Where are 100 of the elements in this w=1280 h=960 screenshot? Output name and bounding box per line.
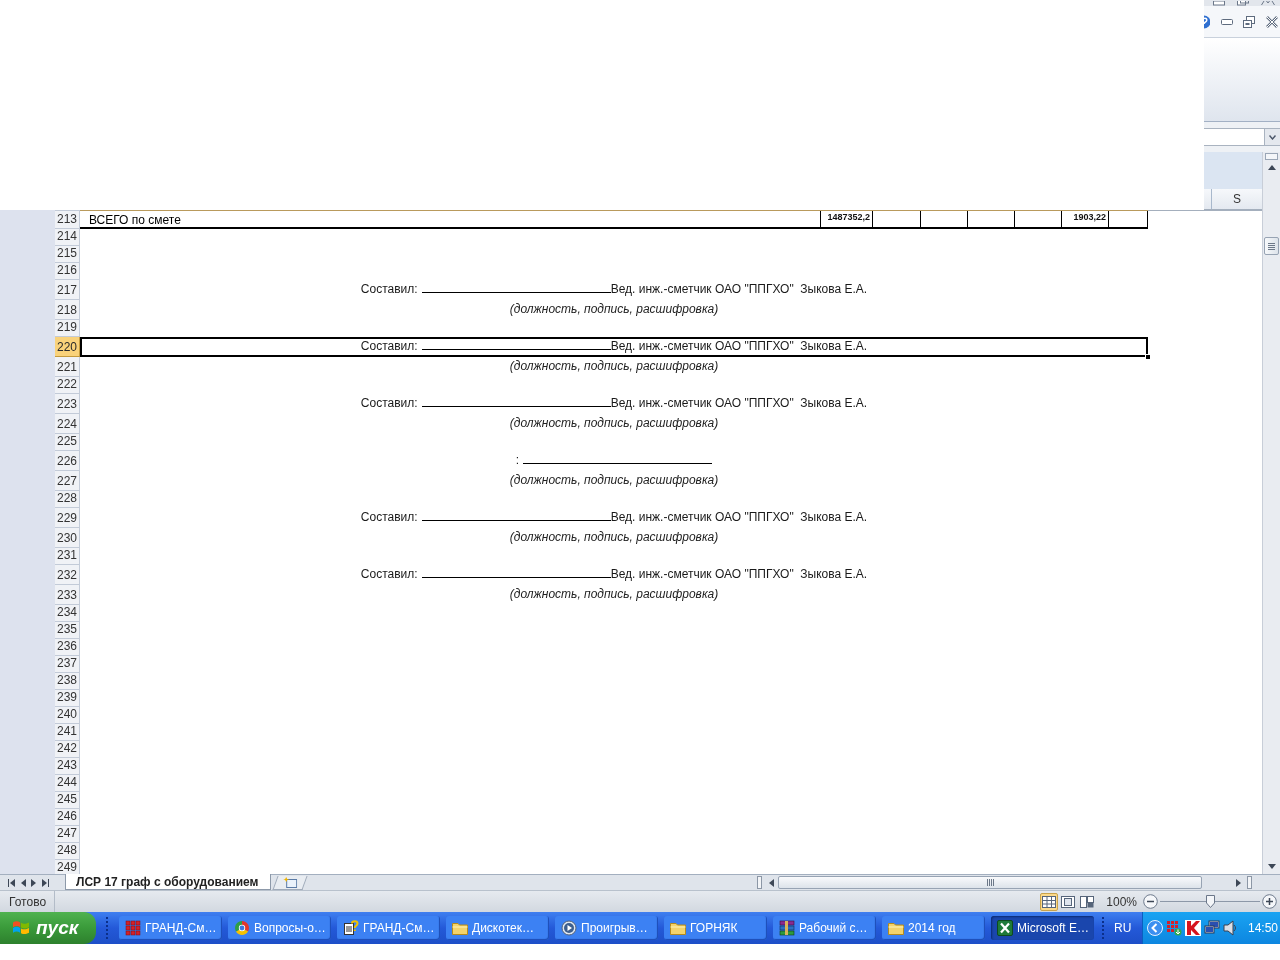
split-handle[interactable] bbox=[1265, 153, 1278, 160]
taskbar-button[interactable]: ГОРНЯК bbox=[664, 916, 767, 940]
row-number[interactable]: 227 bbox=[55, 471, 80, 491]
new-sheet-icon bbox=[283, 876, 298, 888]
row-number[interactable]: 237 bbox=[55, 656, 80, 673]
row-number[interactable]: 232 bbox=[55, 565, 80, 585]
antivirus-icon[interactable] bbox=[1185, 920, 1201, 936]
taskbar-button[interactable]: Вопросы-о… bbox=[228, 916, 331, 940]
last-sheet-icon[interactable] bbox=[42, 878, 49, 887]
row-number[interactable]: 231 bbox=[55, 548, 80, 565]
zoom-level-text[interactable]: 100% bbox=[1106, 894, 1137, 909]
signature-label: Составил: bbox=[360, 282, 418, 296]
taskbar-button[interactable]: ГРАНД-См… bbox=[119, 916, 222, 940]
row-number[interactable]: 223 bbox=[55, 394, 80, 414]
signer-name: Вед. инж.-сметчик ОАО "ППГХО" Зыкова Е.А. bbox=[610, 510, 868, 524]
scroll-left-icon[interactable] bbox=[768, 878, 774, 887]
row-number[interactable]: 240 bbox=[55, 707, 80, 724]
caption-text: (должность, подпись, расшифровка) bbox=[509, 587, 719, 601]
network-icon[interactable] bbox=[1204, 920, 1220, 936]
taskbar-button[interactable]: Проигрыв… bbox=[555, 916, 658, 940]
chevron-down-icon bbox=[1269, 134, 1276, 140]
fill-handle[interactable] bbox=[1145, 354, 1151, 360]
chevron-left-icon[interactable] bbox=[1147, 920, 1163, 936]
close-icon[interactable] bbox=[1261, 1, 1275, 6]
formula-field[interactable] bbox=[1204, 128, 1265, 146]
row-number[interactable]: 228 bbox=[55, 491, 80, 508]
next-sheet-icon[interactable] bbox=[31, 878, 37, 887]
row-number[interactable]: 241 bbox=[55, 724, 80, 741]
taskbar-button[interactable]: Дискотек… bbox=[446, 916, 549, 940]
taskbar-button[interactable]: 2014 год bbox=[882, 916, 985, 940]
row-number[interactable]: 229 bbox=[55, 508, 80, 528]
slider-thumb[interactable] bbox=[1206, 894, 1215, 908]
row-number[interactable]: 235 bbox=[55, 622, 80, 639]
split-handle[interactable] bbox=[757, 876, 762, 889]
browser-icon bbox=[234, 920, 250, 936]
row-number[interactable]: 219 bbox=[55, 320, 80, 337]
view-button[interactable] bbox=[1040, 892, 1059, 911]
row-number[interactable]: 220 bbox=[55, 337, 80, 357]
scroll-right-icon[interactable] bbox=[1235, 878, 1241, 887]
row-number[interactable]: 233 bbox=[55, 585, 80, 605]
row-number[interactable]: 230 bbox=[55, 528, 80, 548]
row-number[interactable]: 215 bbox=[55, 246, 80, 263]
scroll-thumb[interactable] bbox=[1264, 237, 1279, 255]
row-number[interactable]: 236 bbox=[55, 639, 80, 656]
row-number[interactable]: 246 bbox=[55, 809, 80, 826]
grid-download-icon[interactable] bbox=[1166, 920, 1182, 936]
taskbar-button[interactable]: Рабочий с… bbox=[773, 916, 876, 940]
row-number[interactable]: 216 bbox=[55, 263, 80, 280]
row-number[interactable]: 224 bbox=[55, 414, 80, 434]
row-number[interactable]: 222 bbox=[55, 377, 80, 394]
status-text: Готово bbox=[9, 894, 47, 909]
signature-label: Составил: bbox=[360, 567, 418, 581]
split-handle[interactable] bbox=[1247, 876, 1252, 889]
row-number[interactable]: 247 bbox=[55, 826, 80, 843]
row-number[interactable]: 248 bbox=[55, 843, 80, 860]
row-number[interactable]: 244 bbox=[55, 775, 80, 792]
first-sheet-icon[interactable] bbox=[8, 878, 15, 887]
row-number[interactable]: 218 bbox=[55, 300, 80, 320]
row-number[interactable]: 225 bbox=[55, 434, 80, 451]
horizontal-scroll-thumb[interactable] bbox=[778, 876, 1202, 889]
row-number[interactable]: 217 bbox=[55, 280, 80, 300]
row-number[interactable]: 221 bbox=[55, 357, 80, 377]
minimize-icon[interactable] bbox=[1221, 18, 1233, 25]
dropdown-button[interactable] bbox=[1265, 128, 1280, 146]
taskbar-button[interactable]: Microsoft E… bbox=[991, 916, 1094, 940]
language-indicator[interactable]: RU bbox=[1114, 921, 1132, 935]
start-button[interactable]: пуск bbox=[0, 912, 96, 944]
vertical-scrollbar[interactable] bbox=[1262, 152, 1280, 874]
speaker-icon[interactable] bbox=[1223, 920, 1237, 936]
scroll-down-icon[interactable] bbox=[1267, 863, 1276, 869]
row-number[interactable]: 243 bbox=[55, 758, 80, 775]
zoom-in-icon[interactable] bbox=[1262, 894, 1277, 909]
restore-icon[interactable] bbox=[1237, 1, 1249, 6]
row-number[interactable]: 242 bbox=[55, 741, 80, 758]
row-number[interactable]: 214 bbox=[55, 229, 80, 246]
grid-icon bbox=[125, 920, 141, 936]
insert-sheet-button[interactable] bbox=[272, 875, 308, 890]
zoom-slider[interactable] bbox=[1160, 894, 1260, 909]
row-number[interactable]: 249 bbox=[55, 860, 80, 874]
row-number[interactable]: 245 bbox=[55, 792, 80, 809]
row-number[interactable]: 234 bbox=[55, 605, 80, 622]
taskbar-grip-icon[interactable] bbox=[1102, 917, 1105, 939]
scroll-up-icon[interactable] bbox=[1267, 165, 1276, 170]
table-cell: 1903,22 bbox=[1061, 211, 1108, 227]
spreadsheet-icon bbox=[997, 920, 1013, 936]
help-icon[interactable] bbox=[1204, 14, 1210, 29]
restore-icon[interactable] bbox=[1243, 15, 1255, 28]
column-header[interactable]: S bbox=[1212, 189, 1262, 209]
books-icon bbox=[779, 920, 795, 936]
row-number[interactable]: 238 bbox=[55, 673, 80, 690]
close-icon[interactable] bbox=[1266, 15, 1278, 28]
active-cell[interactable]: Составил: Вед. инж.-сметчик ОАО "ППГХО" Зыкова Е.А. bbox=[80, 337, 1148, 357]
previous-sheet-icon[interactable] bbox=[20, 878, 26, 887]
row-number[interactable]: 226 bbox=[55, 451, 80, 471]
row-number[interactable]: 213 bbox=[55, 211, 80, 229]
zoom-out-icon[interactable] bbox=[1143, 894, 1158, 909]
sheet-tab[interactable]: ЛСР 17 граф с оборудованием bbox=[65, 874, 272, 890]
taskbar-grip-icon[interactable] bbox=[106, 917, 109, 939]
row-number[interactable]: 239 bbox=[55, 690, 80, 707]
taskbar-button[interactable]: ГРАНД-См… bbox=[337, 916, 440, 940]
